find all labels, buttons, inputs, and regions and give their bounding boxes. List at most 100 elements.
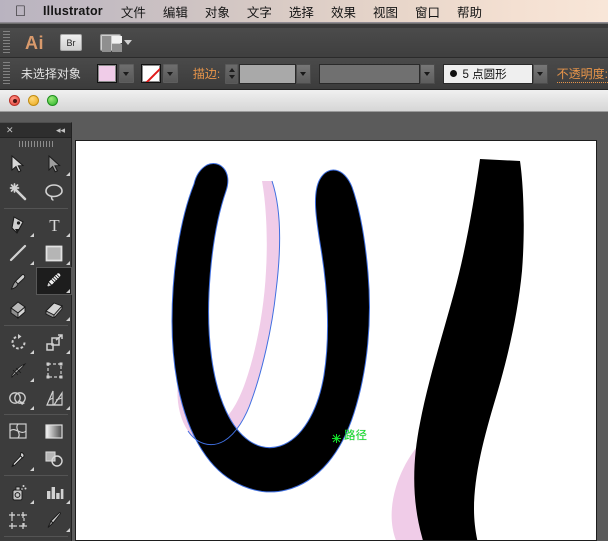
zoom-button[interactable] [47,95,58,106]
chevron-down-icon[interactable] [124,40,132,45]
menu-item-object[interactable]: 对象 [205,2,230,21]
tool-flyout-indicator-icon [66,350,70,354]
selection-status-label: 未选择对象 [20,67,81,81]
arrange-documents-icon[interactable] [100,34,122,52]
document-window: 路径 [0,90,608,541]
stroke-weight-stepper[interactable] [225,63,238,84]
close-icon[interactable]: ✕ [6,125,14,135]
stroke-color-control[interactable] [140,64,178,83]
close-button[interactable] [9,95,20,106]
paintbrush-tool[interactable] [0,267,36,295]
tools-separator [4,414,68,415]
width-tool[interactable] [0,356,36,384]
menu-item-select[interactable]: 选择 [289,2,314,21]
tool-flyout-indicator-icon [30,467,34,471]
application-bar: Ai Br [0,28,608,58]
selection-tool[interactable] [0,150,36,178]
tool-flyout-indicator-icon [66,233,70,237]
artboard-canvas[interactable]: 路径 [75,140,597,541]
menu-item-effect[interactable]: 效果 [331,2,356,21]
tool-flyout-indicator-icon [66,261,70,265]
menu-item-type[interactable]: 文字 [247,2,272,21]
menu-item-file[interactable]: 文件 [121,2,146,21]
blend-tool[interactable] [36,445,72,473]
tools-separator [4,536,68,537]
brush-definition-chevron-down-icon[interactable] [532,63,548,84]
arrange-documents-control[interactable] [100,34,132,52]
macos-menu-bar:  Illustrator 文件 编辑 对象 文字 选择 效果 视图 窗口 帮助 [0,0,608,23]
perspective-grid-tool[interactable] [36,384,72,412]
opacity-label-text: 不透明度: [556,67,608,83]
tools-separator [4,475,68,476]
artwork-svg [171,159,524,540]
eraser-tool[interactable] [36,295,72,323]
minimize-button[interactable] [28,95,39,106]
brush-definition-label: 5 点圆形 [462,68,507,81]
fill-swatch[interactable] [96,64,117,83]
document-title-bar [0,90,608,112]
menu-item-edit[interactable]: 编辑 [163,2,188,21]
tool-flyout-indicator-icon [30,406,34,410]
tools-panel-grip-icon[interactable] [0,138,71,150]
lasso-tool[interactable] [36,178,72,206]
graphic-style-field[interactable] [318,63,420,84]
shape-builder-tool[interactable] [0,384,36,412]
tool-flyout-indicator-icon [30,500,34,504]
tool-flyout-indicator-icon [30,378,34,382]
pen-tool[interactable] [0,211,36,239]
free-transform-tool[interactable] [36,356,72,384]
brush-definition-field[interactable]: 5 点圆形 [442,63,533,84]
stroke-weight-field[interactable] [238,63,296,84]
tool-flyout-indicator-icon [30,233,34,237]
apple-icon[interactable]:  [14,4,27,19]
fill-swatch-chevron-down-icon[interactable] [118,64,134,83]
illustrator-logo: Ai [25,32,44,53]
menu-app-name[interactable]: Illustrator [43,4,103,18]
s-shape-black-stroke [414,159,524,540]
column-graph-tool[interactable] [36,478,72,506]
tool-flyout-indicator-icon [66,317,70,321]
tool-flyout-indicator-icon [66,289,70,293]
menu-item-view[interactable]: 视图 [373,2,398,21]
scale-tool[interactable] [36,328,72,356]
tool-flyout-indicator-icon [30,261,34,265]
rotate-tool[interactable] [0,328,36,356]
artboard-tool[interactable] [0,506,36,534]
pencil-tool[interactable] [36,267,72,295]
tools-grid: T [0,150,72,541]
direct-selection-tool[interactable] [36,150,72,178]
line-segment-tool[interactable] [0,239,36,267]
type-tool[interactable]: T [36,211,72,239]
graphic-style-chevron-down-icon[interactable] [419,63,435,84]
menu-item-window[interactable]: 窗口 [415,2,440,21]
collapse-left-icon[interactable]: ◂◂ [56,125,65,135]
stroke-swatch-chevron-down-icon[interactable] [162,64,178,83]
tools-separator [4,325,68,326]
tool-flyout-indicator-icon [66,528,70,532]
eyedropper-tool[interactable] [0,445,36,473]
tool-flyout-indicator-icon [66,500,70,504]
symbol-sprayer-tool[interactable] [0,478,36,506]
illustrator-window:  Illustrator 文件 编辑 对象 文字 选择 效果 视图 窗口 帮助… [0,0,608,541]
control-bar-grip-icon[interactable] [2,61,11,86]
slice-tool[interactable] [36,506,72,534]
magic-wand-tool[interactable] [0,178,36,206]
control-bar: 未选择对象 描边: 5 点圆形 不透明度: [0,58,608,90]
stroke-weight-chevron-down-icon[interactable] [295,63,311,84]
stroke-weight-label: 描边: [192,67,221,81]
menu-item-help[interactable]: 帮助 [457,2,482,21]
launch-bridge-button[interactable]: Br [60,34,82,51]
fill-color-control[interactable] [96,64,134,83]
tools-separator [4,208,68,209]
tools-panel-header[interactable]: ✕ ◂◂ [0,123,71,138]
app-bar-grip-icon[interactable] [2,30,11,55]
stroke-swatch-none-icon[interactable] [140,64,161,83]
blob-brush-tool[interactable] [0,295,36,323]
mesh-tool[interactable] [0,417,36,445]
gradient-tool[interactable] [36,417,72,445]
brush-preview-dot-icon [449,70,457,77]
rectangle-tool[interactable] [36,239,72,267]
tool-flyout-indicator-icon [30,350,34,354]
tool-flyout-indicator-icon [66,172,70,176]
tool-flyout-indicator-icon [66,406,70,410]
